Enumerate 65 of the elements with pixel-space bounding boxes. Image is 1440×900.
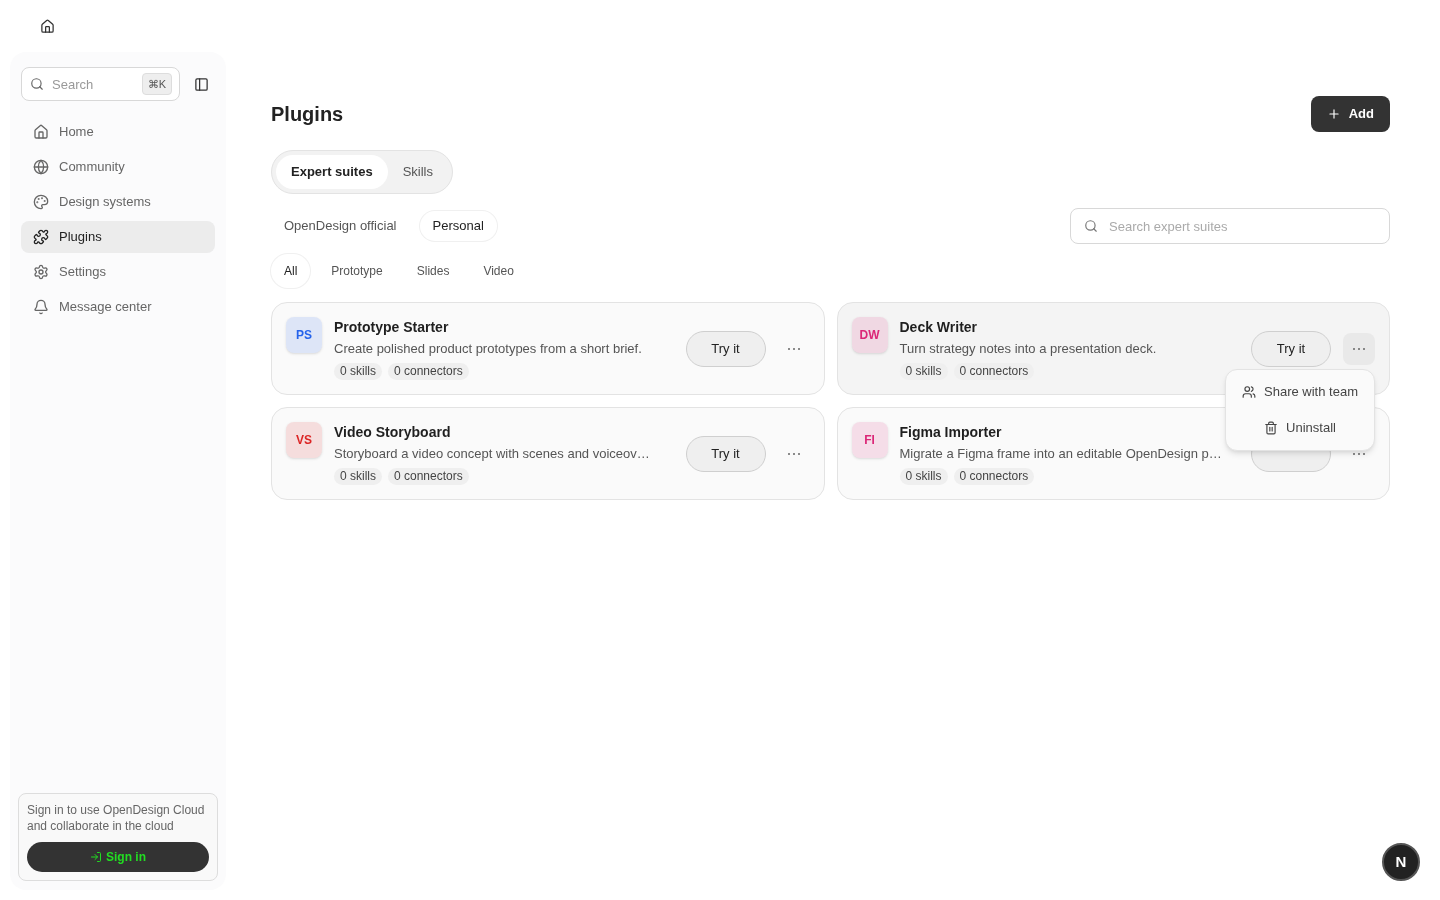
source-filter[interactable]: Personal: [419, 211, 497, 241]
try-it-button[interactable]: Try it: [1251, 330, 1331, 367]
bell-icon: [33, 299, 49, 315]
plugin-description: Create polished product prototypes from a short brief.: [334, 340, 643, 358]
sidebar-toggle-icon[interactable]: [194, 76, 209, 92]
people-icon: [1242, 385, 1257, 399]
plugin-name: Figma Importer: [899, 423, 1003, 442]
more-button[interactable]: [1343, 332, 1375, 365]
plugin-description: Turn strategy notes into a presentation deck.: [899, 340, 1158, 358]
skills-count: 0 skills: [334, 468, 382, 485]
tab[interactable]: Skills: [387, 155, 448, 189]
sidebar-item[interactable]: Plugins: [21, 221, 215, 253]
signin-message: Sign in to use OpenDesign Cloud and collaborate in the cloud: [27, 802, 206, 834]
sign-in-icon: [90, 851, 102, 863]
plugin-name: Prototype Starter: [334, 318, 450, 337]
trash-icon: [1264, 421, 1279, 435]
more-icon: [1353, 452, 1365, 455]
plugin-description: Migrate a Figma frame into an editable OpenDesign p…: [899, 445, 1223, 463]
globe-icon: [33, 159, 49, 175]
plugin-initials-icon: PS: [286, 317, 322, 353]
sidebar-item[interactable]: Design systems: [21, 186, 215, 218]
shortcut-key: ⌘K: [141, 73, 172, 95]
skills-count: 0 skills: [899, 363, 948, 380]
plugin-initials-icon: DW: [851, 317, 888, 353]
sidebar-item[interactable]: Message center: [21, 291, 215, 323]
home-icon: [33, 124, 49, 140]
more-icon: [787, 452, 800, 455]
plugin-description: Storyboard a video concept with scenes and voiceov…: [334, 445, 651, 463]
skills-count: 0 skills: [334, 363, 382, 380]
category-filter[interactable]: Video: [470, 254, 527, 288]
plugin-initials-icon: FI: [851, 422, 888, 458]
sign-in-button[interactable]: Sign in: [27, 842, 209, 872]
puzzle-icon: [33, 229, 49, 245]
try-it-button[interactable]: Try it: [685, 330, 766, 367]
page-title: Plugins: [271, 102, 344, 127]
try-it-button[interactable]: Try it: [685, 435, 766, 472]
home-icon[interactable]: [40, 18, 55, 34]
plugin-name: Deck Writer: [899, 318, 979, 337]
sidebar-item[interactable]: Settings: [21, 256, 215, 288]
search-field[interactable]: Search expert suites: [1070, 208, 1390, 244]
search-icon: [30, 77, 44, 91]
plugin-initials-icon: VS: [286, 422, 322, 458]
category-filter[interactable]: All: [271, 254, 311, 288]
skills-count: 0 skills: [899, 468, 948, 485]
source-filter[interactable]: OpenDesign official: [271, 211, 410, 241]
category-filter[interactable]: Slides: [403, 254, 463, 288]
palette-icon: [33, 194, 49, 210]
tab[interactable]: Expert suites: [276, 155, 388, 189]
more-icon: [1353, 347, 1365, 350]
connectors-count: 0 connectors: [953, 363, 1035, 380]
menu-item[interactable]: Share with team: [1226, 374, 1374, 410]
plus-icon: [1326, 107, 1341, 121]
sidebar-item[interactable]: Community: [21, 151, 215, 183]
add-button[interactable]: Add: [1310, 96, 1390, 132]
connectors-count: 0 connectors: [388, 468, 469, 485]
settings-icon: [33, 264, 49, 280]
sidebar-item[interactable]: Home: [21, 116, 215, 148]
more-icon: [787, 347, 800, 350]
search-icon: [1084, 219, 1098, 233]
connectors-count: 0 connectors: [953, 468, 1035, 485]
avatar-button[interactable]: N: [1382, 843, 1420, 881]
plugin-name: Video Storyboard: [334, 423, 452, 442]
menu-item[interactable]: Uninstall: [1226, 410, 1374, 446]
connectors-count: 0 connectors: [388, 363, 469, 380]
category-filter[interactable]: Prototype: [318, 254, 396, 288]
